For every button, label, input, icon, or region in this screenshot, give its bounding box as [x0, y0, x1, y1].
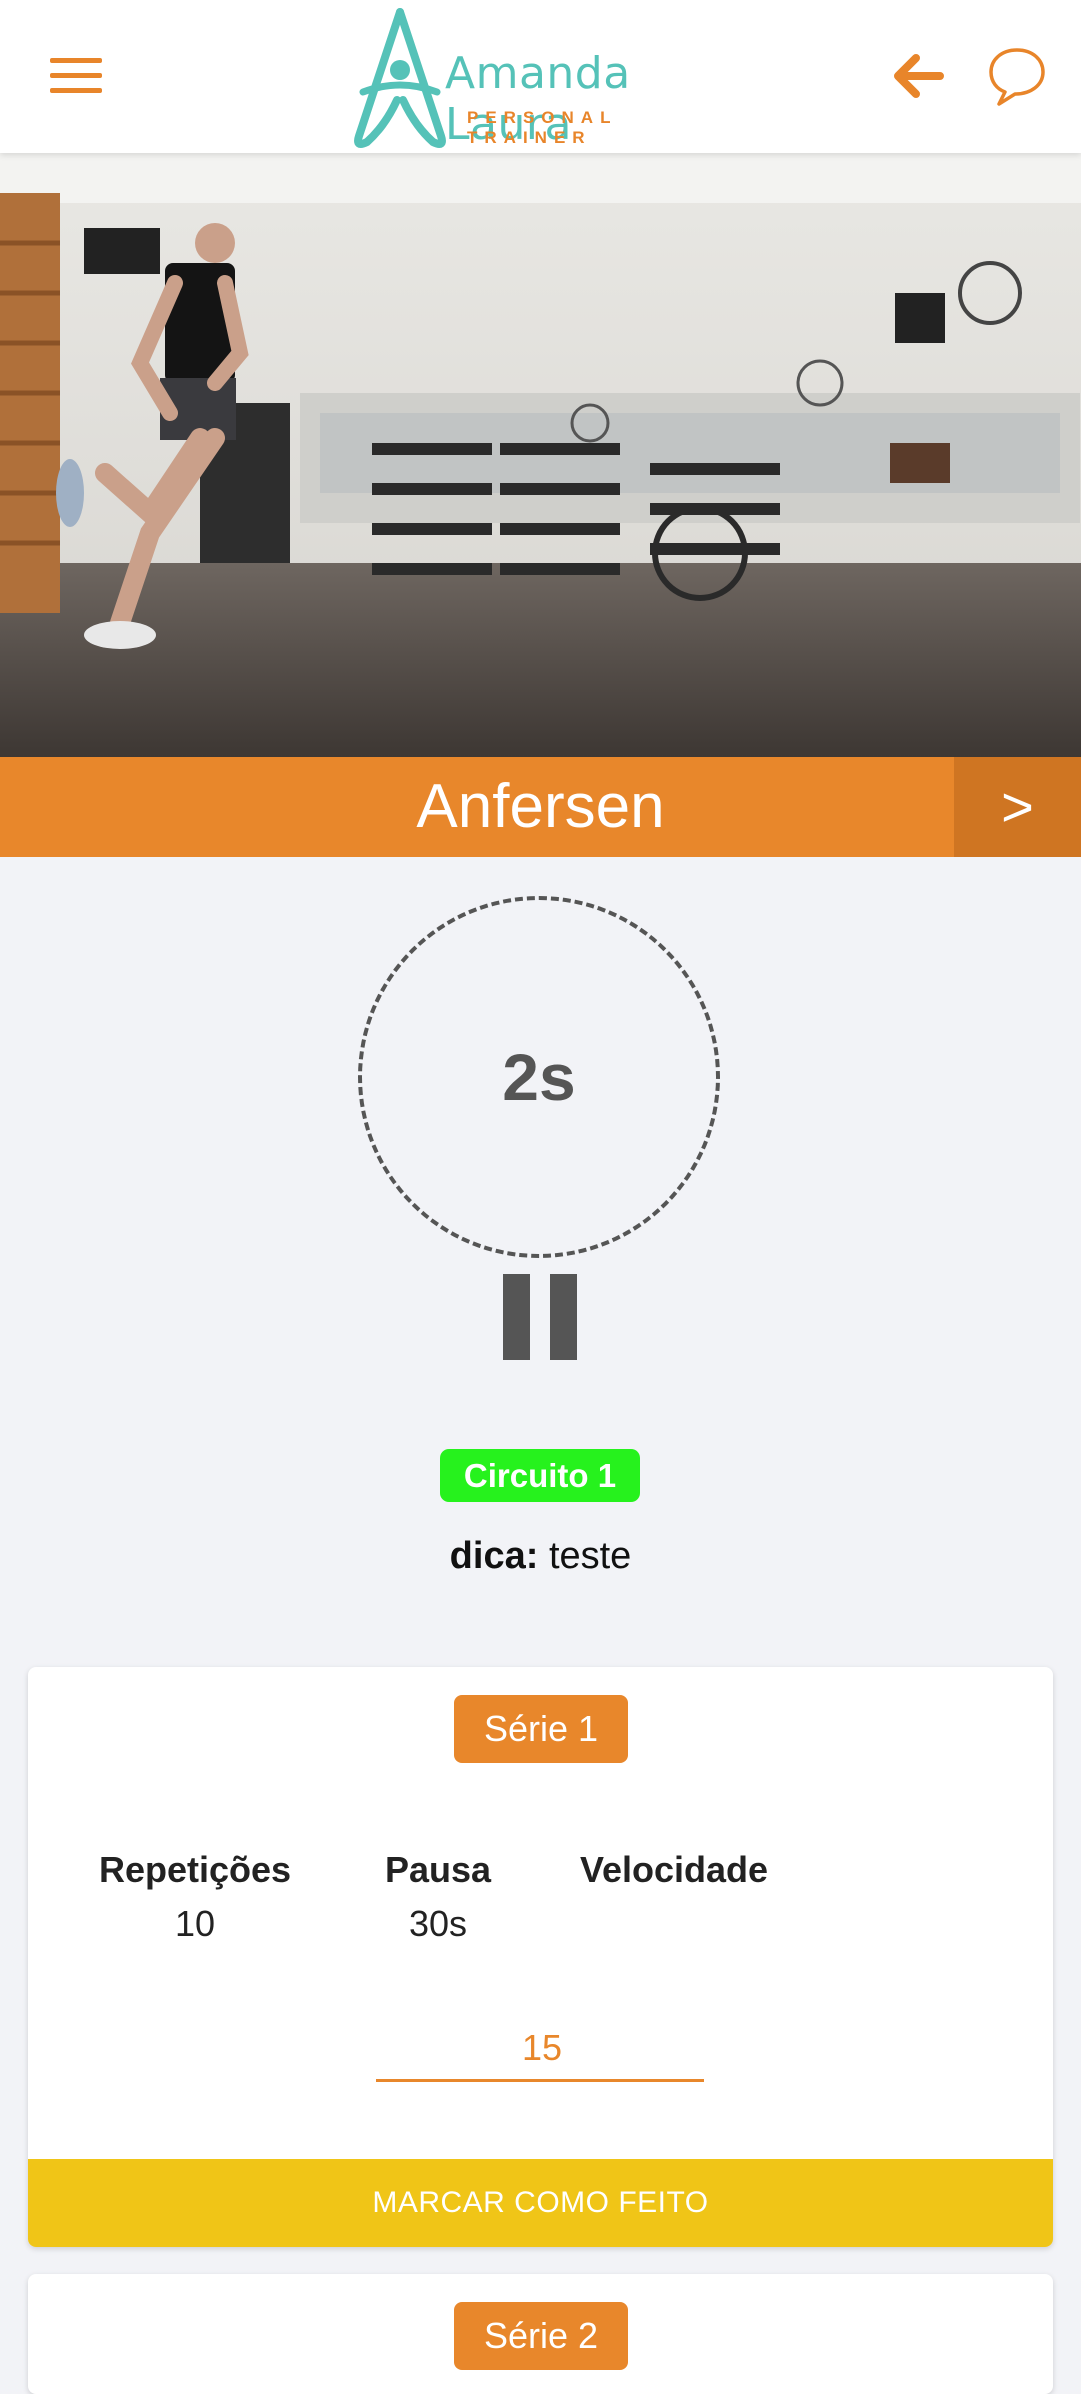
exercise-video[interactable] [0, 153, 1081, 757]
next-exercise-button[interactable]: > [954, 757, 1081, 857]
hamburger-menu-icon[interactable] [50, 56, 102, 96]
logo: Amanda Laura PERSONAL TRAINER [345, 8, 745, 150]
exercise-tip: dica: teste [0, 1535, 1081, 1578]
repetitions-stat: Repetições 10 [70, 1849, 320, 1944]
logo-subtitle: PERSONAL TRAINER [467, 108, 618, 147]
tip-label: dica: [449, 1535, 539, 1577]
speed-value [564, 1903, 784, 1943]
speed-stat: Velocidade [564, 1849, 784, 1943]
circuit-badge: Circuito 1 [440, 1449, 640, 1502]
arrow-left-icon[interactable] [890, 48, 946, 104]
load-input[interactable] [376, 2019, 708, 2077]
repetitions-label: Repetições [98, 1849, 292, 1890]
chat-bubble-icon[interactable] [985, 44, 1049, 108]
series-card: Série 1 Repetições 10 Pausa 30s Velocida… [28, 1667, 1053, 2247]
pause-icon[interactable] [503, 1274, 577, 1360]
logo-mark-icon [354, 8, 446, 148]
speed-label: Velocidade [579, 1849, 769, 1890]
app-header: Amanda Laura PERSONAL TRAINER [0, 0, 1081, 153]
countdown-timer: 2s [358, 896, 720, 1258]
pause-label: Pausa [384, 1849, 492, 1890]
series-card: Série 2 [28, 2274, 1053, 2394]
exercise-name: Anfersen [416, 772, 665, 841]
pause-value: 30s [408, 1903, 468, 1944]
series-title: Série 1 [454, 1695, 628, 1763]
pause-stat: Pausa 30s [348, 1849, 528, 1944]
mark-done-button[interactable]: MARCAR COMO FEITO [28, 2159, 1053, 2247]
series-title: Série 2 [454, 2302, 628, 2370]
load-input-wrapper [376, 2019, 708, 2082]
exercise-video-frame [0, 153, 1081, 757]
tip-text: teste [548, 1535, 632, 1577]
exercise-title-bar: Anfersen > [0, 757, 1081, 857]
repetitions-value: 10 [174, 1903, 216, 1944]
timer-value: 2s [502, 1040, 576, 1114]
